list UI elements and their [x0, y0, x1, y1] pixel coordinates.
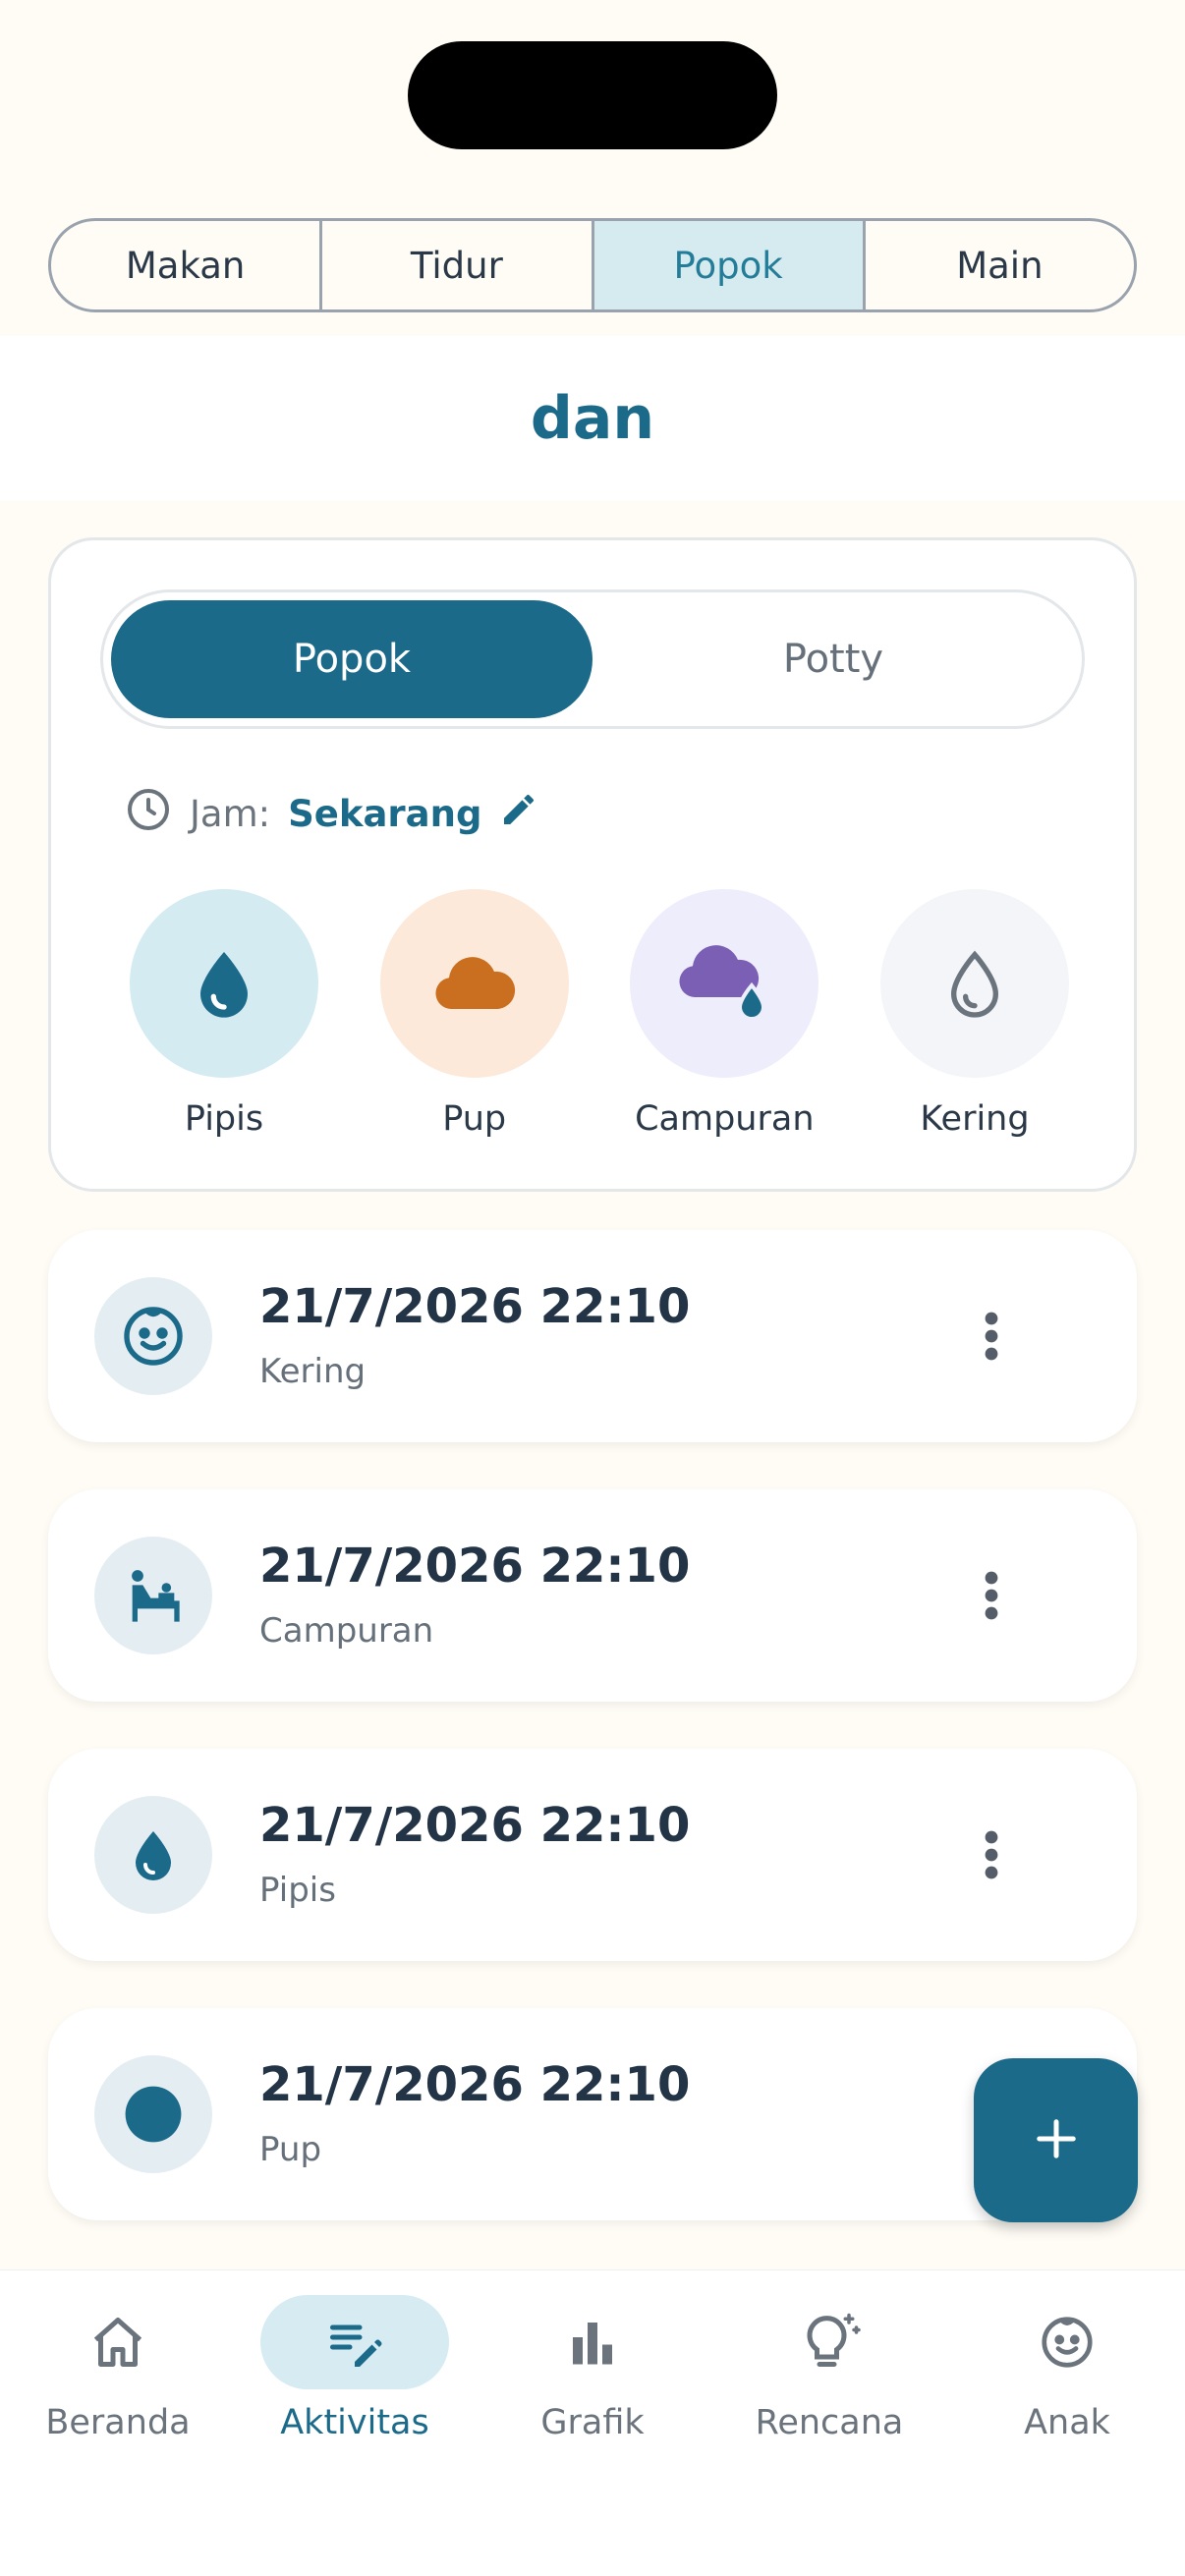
clock-icon	[125, 786, 172, 842]
circle-icon	[94, 2055, 212, 2173]
type-campuran[interactable]: Campuran	[610, 889, 838, 1139]
list-item[interactable]: 21/7/2026 22:10 Campuran	[48, 1489, 1137, 1702]
type-kering[interactable]: Kering	[861, 889, 1089, 1139]
more-vertical-icon[interactable]	[972, 1825, 1011, 1884]
type-label: Pup	[442, 1099, 507, 1139]
nav-aktivitas[interactable]: Aktivitas	[237, 2295, 473, 2442]
nav-label: Aktivitas	[280, 2403, 429, 2442]
nav-anak[interactable]: Anak	[949, 2295, 1185, 2442]
home-icon[interactable]	[24, 2295, 212, 2389]
type-label: Kering	[920, 1099, 1030, 1139]
list-item[interactable]: 21/7/2026 22:10 Pipis	[48, 1749, 1137, 1961]
tab-main[interactable]: Main	[866, 221, 1134, 309]
nav-rencana[interactable]: Rencana	[711, 2295, 947, 2442]
time-selector[interactable]: Jam: Sekarang	[125, 786, 538, 841]
segment-potty[interactable]: Potty	[592, 600, 1074, 718]
log-time: 21/7/2026 22:10	[259, 2057, 691, 2112]
time-label: Jam:	[190, 792, 271, 835]
baby-face-icon[interactable]	[973, 2295, 1161, 2389]
edit-list-icon[interactable]	[260, 2295, 449, 2389]
child-name: dan	[530, 384, 655, 453]
child-name-header: dan	[0, 336, 1185, 501]
diaper-entry-card: Popok Potty Jam: Sekarang Pipis Pup Camp…	[48, 537, 1137, 1192]
plus-icon	[1034, 2116, 1079, 2165]
type-label: Pipis	[184, 1099, 264, 1139]
log-time: 21/7/2026 22:10	[259, 1539, 691, 1594]
changing-table-icon	[94, 1537, 212, 1654]
list-item[interactable]: 21/7/2026 22:10 Kering	[48, 1230, 1137, 1442]
diaper-type-options: Pipis Pup Campuran Kering	[110, 889, 1089, 1139]
segment-popok[interactable]: Popok	[111, 600, 592, 718]
more-vertical-icon[interactable]	[972, 1566, 1011, 1625]
droplet-icon	[94, 1796, 212, 1914]
tab-tidur[interactable]: Tidur	[322, 221, 594, 309]
nav-label: Anak	[1024, 2403, 1110, 2442]
nav-label: Rencana	[755, 2403, 904, 2442]
tab-popok[interactable]: Popok	[593, 221, 866, 309]
droplet-outline-icon[interactable]	[879, 889, 1069, 1078]
popok-potty-toggle: Popok Potty	[100, 589, 1085, 729]
log-type: Campuran	[259, 1611, 434, 1651]
bottom-navigation: Beranda Aktivitas Grafik Rencana Anak	[0, 2269, 1185, 2576]
activity-type-tabs: Makan Tidur Popok Main	[48, 218, 1137, 312]
time-value[interactable]: Sekarang	[288, 793, 481, 835]
cloud-icon[interactable]	[379, 889, 569, 1078]
log-type: Kering	[259, 1352, 367, 1391]
tab-makan[interactable]: Makan	[51, 221, 323, 309]
nav-beranda[interactable]: Beranda	[0, 2295, 236, 2442]
type-pipis[interactable]: Pipis	[110, 889, 338, 1139]
bar-chart-icon[interactable]	[498, 2295, 687, 2389]
nav-grafik[interactable]: Grafik	[475, 2295, 710, 2442]
log-time: 21/7/2026 22:10	[259, 1798, 691, 1853]
more-vertical-icon[interactable]	[972, 1307, 1011, 1366]
lightbulb-icon[interactable]	[735, 2295, 924, 2389]
log-type: Pipis	[259, 1871, 336, 1910]
type-label: Campuran	[635, 1099, 815, 1139]
baby-face-icon	[94, 1277, 212, 1395]
type-pup[interactable]: Pup	[361, 889, 589, 1139]
nav-label: Grafik	[540, 2403, 645, 2442]
log-time: 21/7/2026 22:10	[259, 1279, 691, 1334]
pencil-icon[interactable]	[499, 790, 538, 838]
add-entry-button[interactable]	[974, 2058, 1138, 2222]
camera-notch	[408, 41, 777, 149]
cloud-droplet-icon[interactable]	[630, 889, 819, 1078]
droplet-icon[interactable]	[130, 889, 318, 1078]
log-type: Pup	[259, 2130, 322, 2169]
nav-label: Beranda	[45, 2403, 191, 2442]
